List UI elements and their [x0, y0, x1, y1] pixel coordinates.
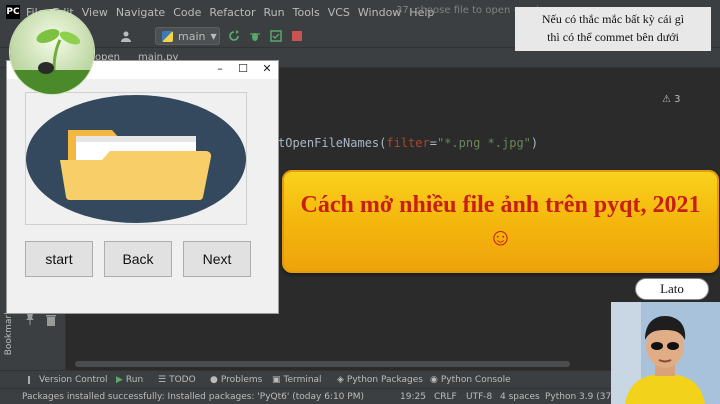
file-encoding[interactable]: UTF-8: [466, 392, 492, 402]
banner-title: Cách mở nhiều file ảnh trên pyqt, 2021☺: [300, 191, 701, 251]
start-button[interactable]: start: [25, 241, 93, 277]
tab-version-control[interactable]: Version Control: [28, 375, 108, 385]
code-eq: =: [429, 136, 437, 150]
branch-icon: [28, 376, 36, 384]
tab-label: Version Control: [39, 375, 108, 385]
code-fn: tOpenFileNames(: [278, 136, 387, 150]
play-icon: ▶: [116, 375, 123, 385]
pycharm-logo-icon: PC: [6, 5, 20, 19]
run-config-selector[interactable]: main ▼: [155, 27, 220, 45]
code-close: ): [530, 136, 539, 150]
code-keyword: filter: [386, 136, 430, 150]
close-icon[interactable]: ✕: [260, 62, 274, 75]
menu-window[interactable]: Window: [358, 6, 401, 19]
menu-navigate[interactable]: Navigate: [116, 6, 165, 19]
line-separator[interactable]: CRLF: [434, 392, 457, 402]
presenter-image: [611, 302, 720, 404]
notice-line-2: thì có thể commet bên dưới: [547, 30, 679, 44]
qt-app-window: – ☐ ✕ start Back Next: [6, 60, 279, 314]
interpreter-selector[interactable]: Python 3.9 (37.: [545, 392, 614, 402]
layers-icon: ◈: [337, 375, 344, 385]
rerun-icon[interactable]: [228, 30, 240, 42]
tab-label: Python Console: [440, 375, 511, 385]
presenter-photo: [611, 302, 720, 404]
indent-setting[interactable]: 4 spaces: [500, 392, 540, 402]
next-button[interactable]: Next: [183, 241, 251, 277]
coverage-icon[interactable]: [270, 30, 282, 42]
stop-icon[interactable]: [291, 30, 303, 42]
tab-python-packages[interactable]: ◈ Python Packages: [337, 375, 423, 385]
tab-label: Problems: [220, 375, 263, 385]
python-icon: [162, 30, 173, 42]
tab-run[interactable]: ▶ Run: [116, 375, 143, 385]
user-icon[interactable]: [120, 30, 132, 42]
pin-icon[interactable]: [24, 313, 36, 325]
tab-todo[interactable]: ☰ TODO: [158, 375, 196, 385]
trash-icon[interactable]: [46, 314, 56, 326]
tab-label: Python Packages: [346, 375, 423, 385]
menu-view[interactable]: View: [82, 6, 108, 19]
back-button[interactable]: Back: [104, 241, 172, 277]
comment-notice: Nếu có thắc mắc bất kỳ cái gì thì có thể…: [515, 7, 711, 51]
tab-problems[interactable]: ● Problems: [210, 375, 262, 385]
tab-python-console[interactable]: ◉ Python Console: [430, 375, 511, 385]
image-preview: [25, 92, 247, 225]
author-badge: Lato: [635, 278, 709, 300]
menu-refactor[interactable]: Refactor: [209, 6, 255, 19]
terminal-icon: ▣: [272, 375, 281, 385]
list-icon: ☰: [158, 375, 167, 385]
tab-label: Run: [125, 375, 144, 385]
menu-tools[interactable]: Tools: [293, 6, 320, 19]
menu-code[interactable]: Code: [173, 6, 201, 19]
folder-icon: [26, 95, 246, 223]
code-string: "*.png *.jpg": [436, 136, 531, 150]
chevron-down-icon: ▼: [210, 31, 217, 41]
menu-run[interactable]: Run: [264, 6, 285, 19]
code-line: tOpenFileNames(filter="*.png *.jpg"): [278, 136, 538, 150]
status-message[interactable]: Packages installed successfully: Install…: [22, 392, 364, 402]
warning-count[interactable]: ⚠ 3: [662, 94, 681, 105]
caret-position[interactable]: 19:25: [400, 392, 426, 402]
tab-terminal[interactable]: ▣ Terminal: [272, 375, 322, 385]
title-banner: Cách mở nhiều file ảnh trên pyqt, 2021☺: [282, 170, 719, 273]
maximize-icon[interactable]: ☐: [236, 62, 250, 75]
sprout-icon: [10, 10, 94, 94]
python-icon: ◉: [430, 375, 438, 385]
tab-label: Terminal: [283, 375, 322, 385]
tab-label: TODO: [169, 375, 196, 385]
menu-vcs[interactable]: VCS: [328, 6, 350, 19]
minimize-icon[interactable]: –: [213, 62, 227, 75]
info-icon: ●: [210, 375, 218, 385]
notice-line-1: Nếu có thắc mắc bất kỳ cái gì: [541, 12, 685, 26]
debug-icon[interactable]: [249, 30, 261, 42]
channel-logo: [9, 9, 95, 95]
run-config-label: main: [178, 29, 206, 43]
editor-h-scrollbar[interactable]: [75, 361, 570, 367]
